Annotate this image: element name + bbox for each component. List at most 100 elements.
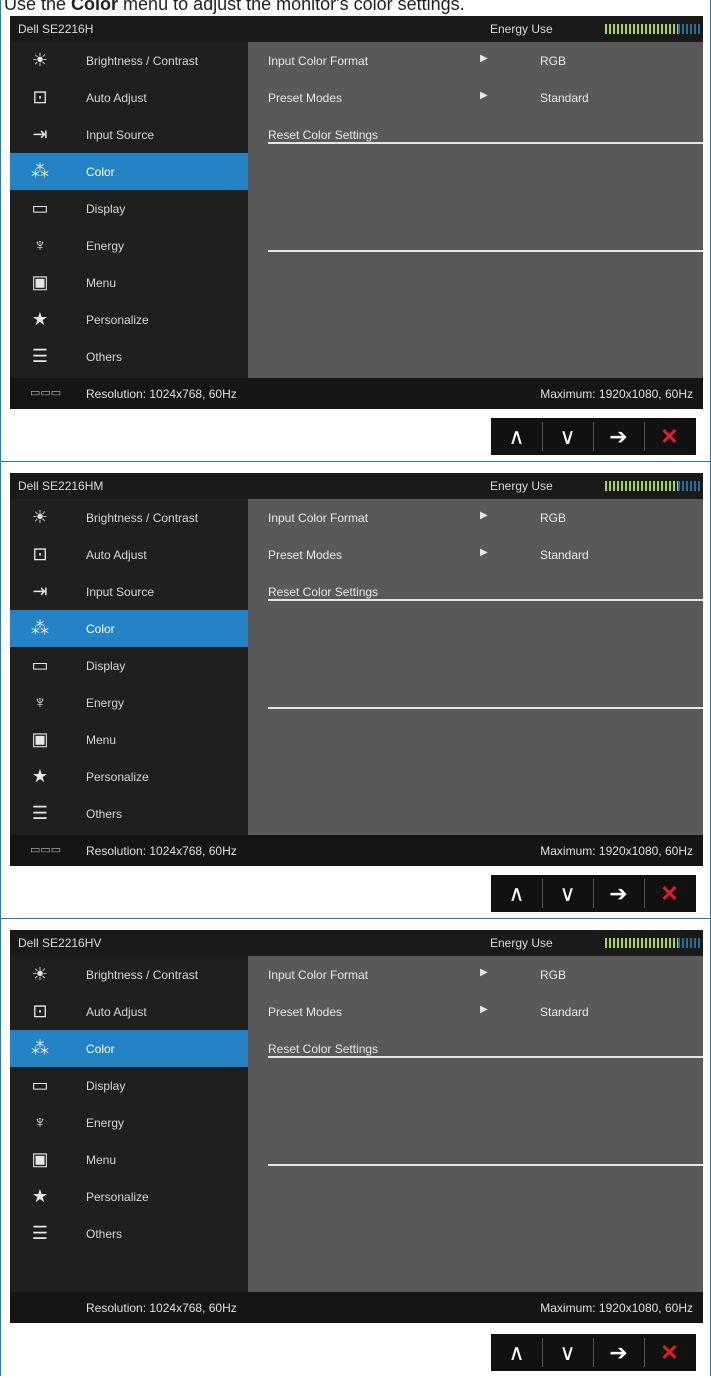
star-icon: ★ — [31, 309, 49, 329]
down-arrow-button[interactable]: ∨ — [542, 1334, 593, 1371]
exit-button[interactable]: ✕ — [644, 1334, 695, 1371]
submenu-reset-color-settings[interactable]: Reset Color Settings — [248, 573, 703, 610]
sidebar-item-label: Menu — [86, 1153, 117, 1167]
auto-adjust-icon: ⊡ — [32, 544, 48, 564]
sidebar-item-others[interactable]: ☰ Others — [10, 1215, 248, 1252]
sidebar-item-input-source[interactable]: ⇥ Input Source — [10, 116, 248, 153]
sidebar-item-label: Auto Adjust — [86, 1005, 147, 1019]
sidebar-item-personalize[interactable]: ★ Personalize — [10, 758, 248, 795]
submenu-arrow-icon: ▶ — [480, 1004, 488, 1015]
sidebar-item-energy[interactable]: ♆ Energy — [10, 1104, 248, 1141]
sidebar-item-others[interactable]: ☰ Others — [10, 795, 248, 832]
submenu-reset-color-settings[interactable]: Reset Color Settings — [248, 1030, 703, 1067]
submenu-preset-modes[interactable]: Preset Modes ▶ Standard — [248, 993, 703, 1030]
submenu-reset-color-settings[interactable]: Reset Color Settings — [248, 116, 703, 153]
exit-button[interactable]: ✕ — [644, 875, 695, 912]
sidebar-item-auto-adjust[interactable]: ⊡ Auto Adjust — [10, 536, 248, 573]
up-arrow-button[interactable]: ∧ — [491, 1334, 542, 1371]
menu-icon: ▣ — [31, 1149, 49, 1169]
monitor-model: Dell SE2216HM — [18, 479, 104, 493]
osd-footer: ▭▭▭ Resolution: 1024x768, 60Hz Maximum: 19… — [10, 835, 703, 866]
sidebar-item-label: Others — [86, 350, 123, 364]
enter-arrow-button[interactable]: ➔ — [593, 418, 644, 455]
down-arrow-button[interactable]: ∨ — [542, 875, 593, 912]
sidebar-item-label: Auto Adjust — [86, 91, 147, 105]
sidebar-item-display[interactable]: ▭ Display — [10, 190, 248, 227]
intro-bold: Color — [71, 0, 119, 14]
osd-submenu: Input Color Format ▶ RGB Preset Modes ▶ Stand… — [248, 499, 703, 835]
sidebar-item-menu[interactable]: ▣ Menu — [10, 1141, 248, 1178]
sidebar-item-energy[interactable]: ♆ Energy — [10, 684, 248, 721]
submenu-value: RGB — [540, 54, 567, 68]
submenu-input-color-format[interactable]: Input Color Format ▶ RGB — [248, 499, 703, 536]
section-separator — [0, 918, 711, 919]
input-connector-icon: ▭▭▭ — [30, 387, 62, 399]
button-divider — [593, 422, 594, 451]
submenu-input-color-format[interactable]: Input Color Format ▶ RGB — [248, 956, 703, 993]
sidebar-item-display[interactable]: ▭ Display — [10, 647, 248, 684]
submenu-preset-modes[interactable]: Preset Modes ▶ Standard — [248, 536, 703, 573]
sun-icon: ☀ — [31, 964, 49, 984]
submenu-value: RGB — [540, 511, 567, 525]
osd-sidebar: ☀ Brightness / Contrast ⊡ Auto Adjust ⁂ Color… — [10, 956, 248, 1292]
up-arrow-button[interactable]: ∧ — [491, 875, 542, 912]
display-icon: ▭ — [31, 198, 49, 218]
up-arrow-button[interactable]: ∧ — [491, 418, 542, 455]
sidebar-item-brightness-contrast[interactable]: ☀ Brightness / Contrast — [10, 499, 248, 536]
sidebar-item-personalize[interactable]: ★ Personalize — [10, 301, 248, 338]
osd-navigation-buttons: ∧ ∨ ➔ ✕ — [491, 1334, 696, 1371]
maximum-resolution-text: Maximum: 1920x1080, 60Hz — [540, 844, 693, 858]
sidebar-item-display[interactable]: ▭ Display — [10, 1067, 248, 1104]
osd-title-bar: Dell SE2216HV Energy Use — [10, 930, 703, 956]
sidebar-item-input-source[interactable]: ⇥ Input Source — [10, 573, 248, 610]
sidebar-item-label: Personalize — [86, 770, 149, 784]
menu-icon: ▣ — [31, 272, 49, 292]
sidebar-item-color[interactable]: ⁂ Color — [10, 153, 248, 190]
exit-button[interactable]: ✕ — [644, 418, 695, 455]
sidebar-item-brightness-contrast[interactable]: ☀ Brightness / Contrast — [10, 42, 248, 79]
osd-submenu: Input Color Format ▶ RGB Preset Modes ▶ Stand… — [248, 956, 703, 1292]
color-icon: ⁂ — [31, 618, 49, 638]
submenu-label: Input Color Format — [268, 968, 369, 982]
sidebar-item-others[interactable]: ☰ Others — [10, 338, 248, 375]
sidebar-item-menu[interactable]: ▣ Menu — [10, 721, 248, 758]
submenu-input-color-format[interactable]: Input Color Format ▶ RGB — [248, 42, 703, 79]
sidebar-item-menu[interactable]: ▣ Menu — [10, 264, 248, 301]
submenu-preset-modes[interactable]: Preset Modes ▶ Standard — [248, 79, 703, 116]
monitor-model: Dell SE2216H — [18, 22, 94, 36]
auto-adjust-icon: ⊡ — [32, 1001, 48, 1021]
color-icon: ⁂ — [31, 161, 49, 181]
energy-use-label: Energy Use — [490, 479, 553, 493]
button-divider — [644, 422, 645, 451]
osd-title-bar: Dell SE2216H Energy Use — [10, 16, 703, 42]
down-arrow-button[interactable]: ∨ — [542, 418, 593, 455]
energy-meter — [605, 24, 700, 34]
energy-meter — [605, 938, 700, 948]
sun-icon: ☀ — [31, 50, 49, 70]
input-source-icon: ⇥ — [32, 581, 48, 601]
energy-use-label: Energy Use — [490, 936, 553, 950]
submenu-label: Input Color Format — [268, 54, 369, 68]
sidebar-item-energy[interactable]: ♆ Energy — [10, 227, 248, 264]
star-icon: ★ — [31, 1186, 49, 1206]
sidebar-item-label: Others — [86, 807, 123, 821]
sidebar-item-personalize[interactable]: ★ Personalize — [10, 1178, 248, 1215]
sidebar-item-color[interactable]: ⁂ Color — [10, 1030, 248, 1067]
osd-navigation-buttons: ∧ ∨ ➔ ✕ — [491, 418, 696, 455]
submenu-divider — [268, 599, 703, 601]
button-divider — [593, 1338, 594, 1367]
enter-arrow-button[interactable]: ➔ — [593, 875, 644, 912]
enter-arrow-button[interactable]: ➔ — [593, 1334, 644, 1371]
sidebar-item-brightness-contrast[interactable]: ☀ Brightness / Contrast — [10, 956, 248, 993]
sidebar-item-auto-adjust[interactable]: ⊡ Auto Adjust — [10, 79, 248, 116]
energy-icon: ♆ — [33, 1112, 47, 1132]
osd-sidebar: ☀ Brightness / Contrast ⊡ Auto Adjust ⇥ Input… — [10, 499, 248, 835]
resolution-text: Resolution: 1024x768, 60Hz — [86, 844, 237, 858]
submenu-arrow-icon: ▶ — [480, 547, 488, 558]
submenu-arrow-icon: ▶ — [480, 510, 488, 521]
sidebar-item-color[interactable]: ⁂ Color — [10, 610, 248, 647]
energy-icon: ♆ — [33, 692, 47, 712]
sidebar-item-auto-adjust[interactable]: ⊡ Auto Adjust — [10, 993, 248, 1030]
maximum-resolution-text: Maximum: 1920x1080, 60Hz — [540, 387, 693, 401]
sidebar-item-label: Color — [86, 622, 115, 636]
